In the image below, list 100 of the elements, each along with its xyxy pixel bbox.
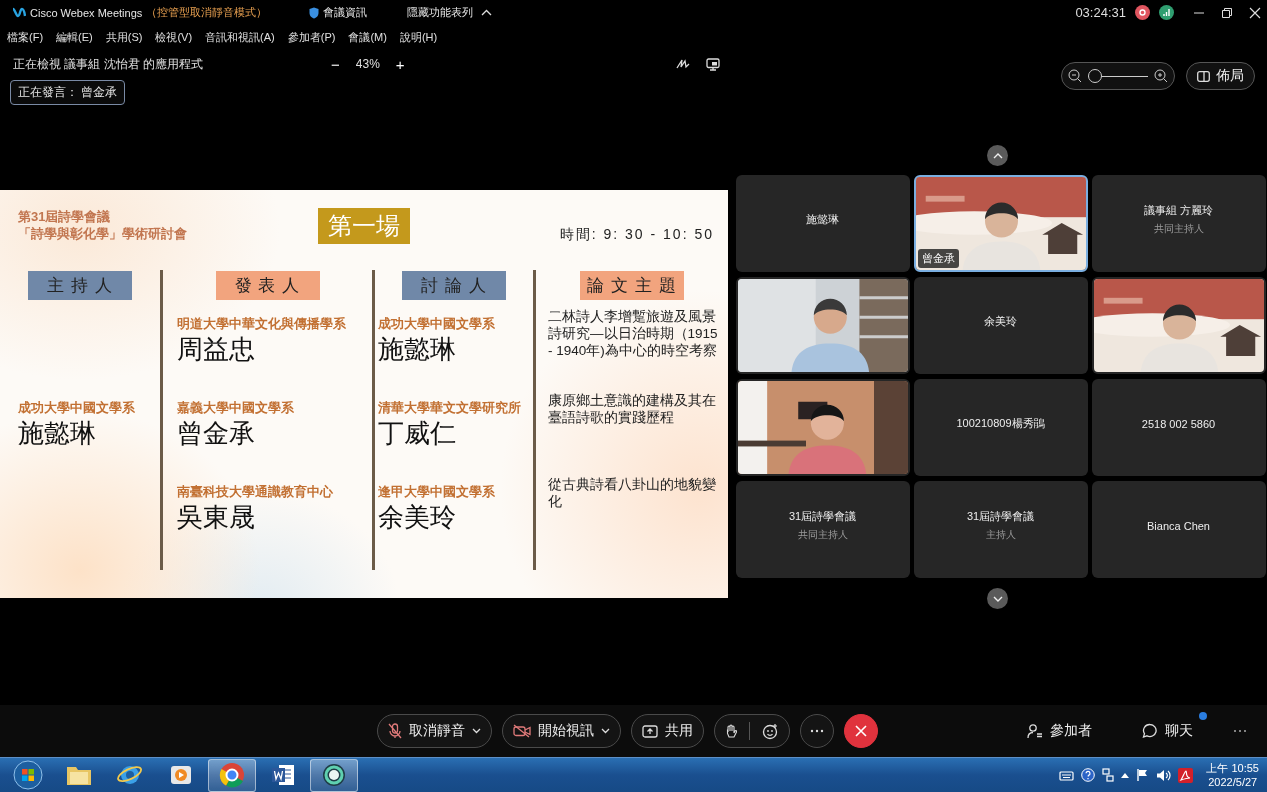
menu-item[interactable]: 說明(H) <box>399 30 438 45</box>
scroll-down-button[interactable] <box>987 588 1008 609</box>
network-icon[interactable] <box>1102 768 1115 782</box>
participant-tile[interactable]: 曾金承 <box>913 175 1088 272</box>
affiliation: 成功大學中國文學系 <box>378 316 495 333</box>
paper-topic: 康原鄉土意識的建構及其在臺語詩歌的實踐歷程 <box>548 392 717 426</box>
chat-bubble-icon <box>1142 723 1158 739</box>
person-list-icon <box>1027 723 1043 739</box>
participant-tile[interactable]: 100210809楊秀鵑 <box>913 379 1088 476</box>
camera-off-icon <box>513 724 531 738</box>
share-screen-icon <box>642 724 658 738</box>
active-speaker-label: 正在發言： 曾金承 <box>10 80 126 105</box>
participant-name: 31屆詩學會議 <box>788 509 857 524</box>
affiliation: 成功大學中國文學系 <box>18 400 135 417</box>
end-call-button[interactable] <box>844 714 878 748</box>
unmute-button[interactable]: 取消靜音 <box>377 714 492 748</box>
more-icon[interactable] <box>1233 729 1247 733</box>
column-header: 討 論 人 <box>402 271 506 300</box>
participant-role: 共同主持人 <box>797 528 848 542</box>
help-icon[interactable] <box>1081 768 1096 782</box>
participant-role: 共同主持人 <box>1153 222 1204 236</box>
emoji-icon[interactable] <box>762 722 779 740</box>
mode-label: （控管型取消靜音模式） <box>146 5 268 20</box>
caret-down-icon[interactable] <box>601 728 610 734</box>
zoom-in-icon[interactable] <box>1154 69 1168 83</box>
participant-tile[interactable]: 31屆詩學會議 主持人 <box>913 481 1088 578</box>
paper-topic: 二林詩人李增蹔旅遊及風景詩研究—以日治時期（1915 - 1940年)為中心的時空考察 <box>548 308 719 359</box>
browser-icon[interactable] <box>218 761 246 789</box>
participant-name: 議事組 方麗玲 <box>1143 203 1214 218</box>
app-title: Cisco Webex Meetings <box>30 6 143 19</box>
share-button[interactable]: 共用 <box>631 714 704 748</box>
layout-icon <box>1197 70 1210 82</box>
menu-item[interactable]: 共用(S) <box>105 30 143 45</box>
close-icon[interactable] <box>1249 6 1261 19</box>
zoom-in-button[interactable]: + <box>395 55 405 73</box>
participant-tile[interactable]: 施懿琳 <box>735 175 910 272</box>
clock-time: 上午 10:55 <box>1206 761 1259 775</box>
paper-topic: 從古典詩看八卦山的地貌變化 <box>548 476 717 510</box>
taskbar-button[interactable] <box>310 758 358 792</box>
speaker-icon[interactable] <box>1156 768 1172 782</box>
participant-name: Bianca Chen <box>1147 519 1210 532</box>
menu-item[interactable]: 音訊和視訊(A) <box>205 30 275 45</box>
menu-item[interactable]: 檢視(V) <box>155 30 193 45</box>
zoom-out-icon[interactable] <box>1068 69 1082 83</box>
video-zoom-control[interactable] <box>1061 62 1175 90</box>
meeting-info-button[interactable]: 會議資訊 <box>323 5 368 20</box>
affiliation: 嘉義大學中國文學系 <box>177 400 294 417</box>
more-icon <box>810 729 824 733</box>
chat-button[interactable]: 聊天 <box>1132 714 1203 748</box>
screen-icon[interactable] <box>706 57 720 71</box>
affiliation: 逢甲大學中國文學系 <box>378 484 495 501</box>
ring-icon[interactable] <box>321 762 347 788</box>
menu-item[interactable]: 參加者(P) <box>287 30 336 45</box>
participant-name: 余美玲 <box>984 314 1017 329</box>
hide-menu-button[interactable]: 隱藏功能表列 <box>407 5 474 20</box>
signal-icon[interactable] <box>1159 5 1174 20</box>
meeting-timer: 03:24:31 <box>1075 5 1126 20</box>
clock-date: 2022/5/27 <box>1208 775 1258 789</box>
zoom-out-button[interactable]: − <box>331 55 340 73</box>
document-icon[interactable] <box>270 762 296 788</box>
caret-up-icon[interactable] <box>1121 772 1130 778</box>
participant-tile[interactable]: 31屆詩學會議 共同主持人 <box>735 481 910 578</box>
participants-button[interactable]: 參加者 <box>1017 714 1102 748</box>
person-name: 丁威仁 <box>378 417 456 449</box>
caret-down-icon[interactable] <box>472 728 481 734</box>
pdf-reader-icon[interactable] <box>1178 767 1194 783</box>
participant-tile[interactable]: Bianca Chen <box>1091 481 1266 578</box>
participant-name: 曾金承 <box>917 249 959 268</box>
menu-item[interactable]: 檔案(F) <box>7 30 44 45</box>
participant-tile[interactable]: 余美玲 <box>913 277 1088 374</box>
start-orb-icon[interactable] <box>13 760 43 790</box>
menu-item[interactable]: 編輯(E) <box>56 30 93 45</box>
layout-button[interactable]: 佈局 <box>1186 62 1255 90</box>
participant-name: 2518 002 5860 <box>1141 417 1216 430</box>
flag-icon[interactable] <box>1136 768 1150 782</box>
zoom-level: 43% <box>355 57 380 71</box>
start-video-button[interactable]: 開始視訊 <box>502 714 621 748</box>
scroll-up-button[interactable] <box>987 145 1008 166</box>
column-header: 發 表 人 <box>215 271 320 300</box>
restore-icon[interactable] <box>1221 6 1233 19</box>
close-icon <box>855 725 867 737</box>
participant-tile[interactable]: 2518 002 5860 <box>1091 379 1266 476</box>
record-icon[interactable] <box>1135 5 1150 20</box>
keyboard-icon[interactable] <box>1059 769 1075 781</box>
person-name: 施懿琳 <box>378 333 456 365</box>
annotate-icon[interactable] <box>676 57 690 70</box>
participant-tile[interactable]: 議事組 方麗玲 共同主持人 <box>1091 175 1266 272</box>
taskbar-button[interactable] <box>208 758 256 792</box>
slider-thumb[interactable] <box>1088 69 1102 83</box>
affiliation: 明道大學中華文化與傳播學系 <box>177 316 346 333</box>
participant-name: 施懿琳 <box>806 212 839 227</box>
media-player-icon[interactable] <box>169 763 193 787</box>
muted-microphone-icon <box>388 723 402 739</box>
participant-name: 31屆詩學會議 <box>966 509 1035 524</box>
menu-item[interactable]: 會議(M) <box>348 30 387 45</box>
affiliation: 清華大學華文文學研究所 <box>378 400 521 417</box>
slide-title: 第31屆詩學會議 <box>18 208 112 225</box>
raise-hand-icon[interactable] <box>725 723 737 739</box>
caret-up-icon[interactable] <box>481 9 493 16</box>
reactions-control[interactable] <box>714 714 790 748</box>
